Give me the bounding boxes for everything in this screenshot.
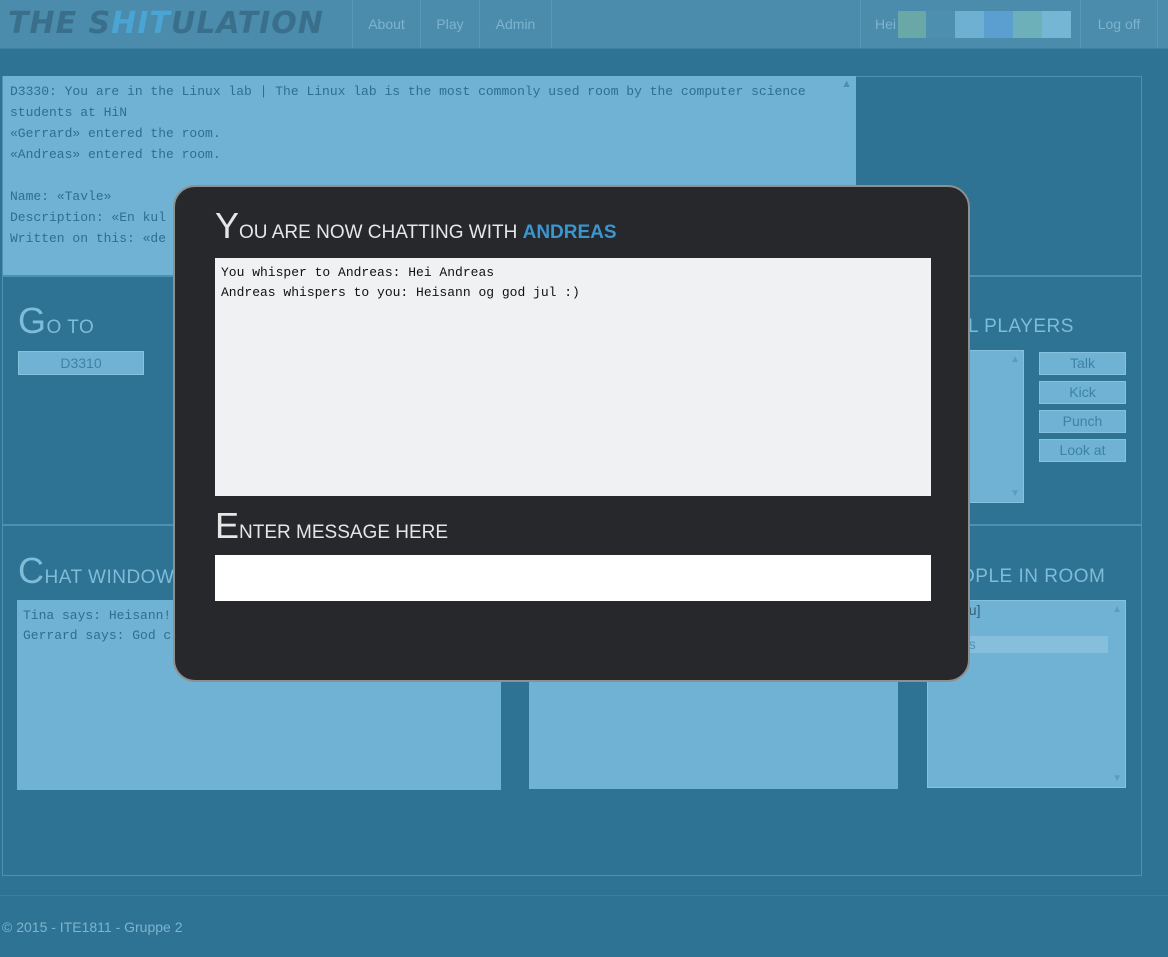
username-block: [898, 11, 926, 38]
room-log-line: Written on this: «de: [10, 231, 167, 246]
footer-divider: [0, 895, 1168, 896]
message-input[interactable]: [215, 555, 931, 601]
brand-logo[interactable]: THE SHITULATION: [8, 4, 348, 44]
greeting: Hei: [875, 16, 897, 32]
chat-line: Gerrard says: God c: [23, 628, 172, 643]
room-log-line: «Gerrard» entered the room.: [10, 126, 221, 141]
private-chat-line: You whisper to Andreas: Hei Andreas: [221, 265, 495, 280]
navbar: THE SHITULATION About Play Admin Hei Log…: [0, 0, 1168, 49]
username-block: [955, 11, 984, 38]
username-block: [1042, 11, 1071, 38]
nav-link-about[interactable]: About: [353, 0, 420, 48]
enter-message-title: ENTER MESSAGE HERE: [215, 505, 449, 546]
chat-line: Tina says: Heisann!: [23, 608, 172, 623]
username-block: [984, 11, 1013, 38]
nav-divider: [860, 0, 861, 48]
kick-button[interactable]: Kick: [1039, 381, 1126, 404]
chat-window-title: CHAT WINDOW: [18, 550, 175, 591]
people-title: OPLE IN ROOM: [960, 566, 1106, 587]
punch-button[interactable]: Punch: [1039, 410, 1126, 433]
room-log-line: Name: «Tavle»: [10, 189, 112, 204]
nav-divider: [551, 0, 552, 48]
logoff-link[interactable]: Log off: [1081, 0, 1157, 48]
scroll-down-icon[interactable]: ▼: [1112, 773, 1122, 784]
look-at-button[interactable]: Look at: [1039, 439, 1126, 462]
username-block: [926, 11, 955, 38]
username-block: [1013, 11, 1042, 38]
scroll-up-icon[interactable]: ▲: [1112, 604, 1122, 615]
private-chat-line: Andreas whispers to you: Heisann og god …: [221, 285, 580, 300]
scroll-up-icon[interactable]: ▲: [1010, 354, 1020, 365]
scroll-up-icon[interactable]: ▲: [841, 78, 852, 90]
footer-text: © 2015 - ITE1811 - Gruppe 2: [2, 919, 183, 935]
goto-room-button[interactable]: D3310: [18, 351, 144, 375]
nav-link-admin[interactable]: Admin: [480, 0, 551, 48]
room-log-line: «Andreas» entered the room.: [10, 147, 221, 162]
nav-divider: [1157, 0, 1158, 48]
modal-title: YOU ARE NOW CHATTING WITH ANDREAS: [215, 205, 617, 246]
room-log-line: students at HiN: [10, 105, 128, 120]
scroll-down-icon[interactable]: ▼: [1010, 488, 1020, 499]
room-log-line: Description: «En kul: [10, 210, 167, 225]
private-chat-log[interactable]: You whisper to Andreas: Hei Andreas Andr…: [215, 258, 931, 496]
players-title: L PLAYERS: [968, 316, 1074, 337]
talk-button[interactable]: Talk: [1039, 352, 1126, 375]
room-log-line: D3330: You are in the Linux lab | The Li…: [10, 84, 806, 99]
nav-link-play[interactable]: Play: [421, 0, 479, 48]
goto-title: GO TO: [18, 300, 95, 341]
private-chat-modal: YOU ARE NOW CHATTING WITH ANDREAS You wh…: [173, 185, 970, 682]
